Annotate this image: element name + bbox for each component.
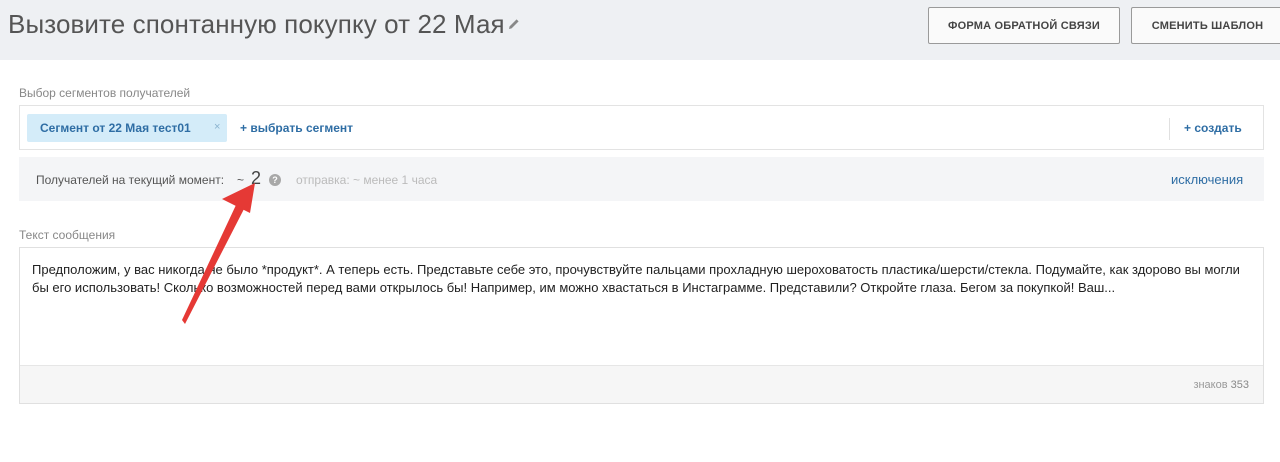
message-footer: знаков 353	[20, 365, 1263, 403]
recipients-count: 2	[251, 168, 262, 188]
header-bar: Вызовите спонтанную покупку от 22 Мая ФО…	[0, 0, 1280, 60]
change-template-button[interactable]: СМЕНИТЬ ШАБЛОН	[1131, 7, 1280, 44]
message-text[interactable]: Предположим, у вас никогда не было *прод…	[32, 261, 1254, 297]
page: Вызовите спонтанную покупку от 22 Мая ФО…	[0, 0, 1280, 462]
select-segment-link[interactable]: + выбрать сегмент	[240, 121, 353, 135]
message-label: Текст сообщения	[19, 228, 116, 242]
segments-selector: Сегмент от 22 Мая тест01 × + выбрать сег…	[19, 105, 1264, 150]
char-counter-label: знаков	[1193, 379, 1228, 391]
segment-chip-label: Сегмент от 22 Мая тест01	[40, 121, 191, 135]
divider	[1169, 118, 1170, 140]
recipients-approx: ~	[237, 173, 245, 187]
message-textarea[interactable]: Предположим, у вас никогда не было *прод…	[19, 247, 1264, 404]
feedback-form-button[interactable]: ФОРМА ОБРАТНОЙ СВЯЗИ	[928, 7, 1120, 44]
pencil-icon[interactable]	[507, 17, 521, 31]
segment-chip[interactable]: Сегмент от 22 Мая тест01 ×	[27, 114, 227, 142]
exclusions-link[interactable]: исключения	[1171, 172, 1243, 187]
recipients-label: Получателей на текущий момент:	[36, 173, 225, 187]
page-title: Вызовите спонтанную покупку от 22 Мая	[8, 9, 505, 39]
char-counter: знаков 353	[1193, 379, 1249, 391]
recipients-bar: Получателей на текущий момент: ~ 2 ? отп…	[19, 157, 1264, 201]
help-icon[interactable]: ?	[269, 174, 281, 186]
char-counter-value: 353	[1230, 379, 1249, 391]
close-icon[interactable]: ×	[214, 121, 220, 133]
segments-label: Выбор сегментов получателей	[19, 86, 191, 100]
send-time-text: отправка: ~ менее 1 часа	[296, 173, 438, 187]
create-segment-link[interactable]: + создать	[1184, 121, 1242, 135]
